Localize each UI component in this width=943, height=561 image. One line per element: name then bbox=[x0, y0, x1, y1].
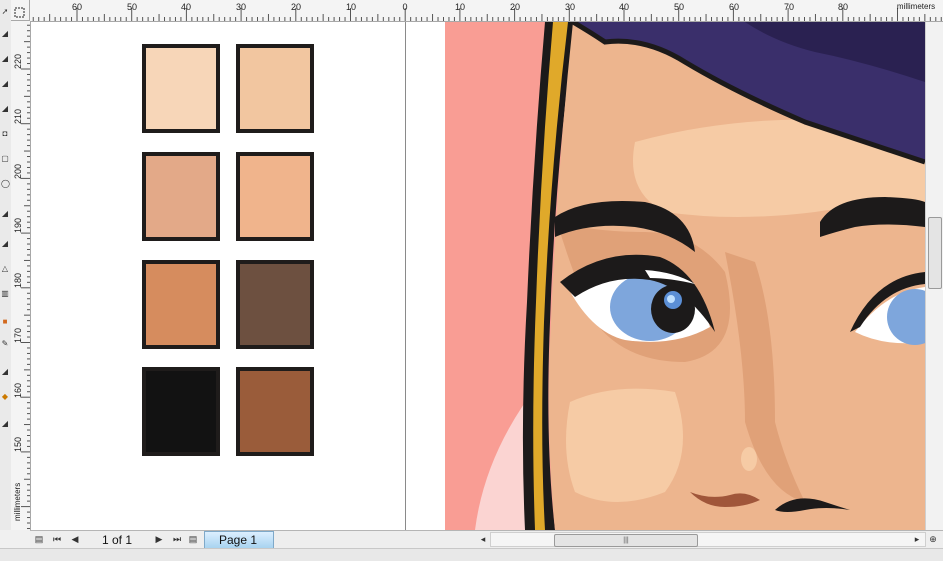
rectangle-tool-icon[interactable]: ▢ bbox=[1, 155, 9, 163]
page-tab[interactable]: Page 1 bbox=[204, 531, 274, 548]
ruler-label: 20 bbox=[290, 2, 302, 12]
ruler-label: 50 bbox=[126, 2, 138, 12]
add-page-before-icon[interactable]: ▤ bbox=[32, 533, 46, 546]
interactive-fill-tool-icon[interactable]: ■ bbox=[1, 318, 9, 326]
status-bar bbox=[0, 548, 943, 561]
ruler-label: 40 bbox=[180, 2, 192, 12]
crop-tool-icon[interactable]: ◢ bbox=[1, 55, 9, 63]
ruler-label: 150 bbox=[13, 436, 23, 452]
ruler-label: 210 bbox=[13, 108, 23, 124]
ruler-unit-label: millimeters bbox=[13, 482, 22, 521]
ruler-label: 80 bbox=[837, 2, 849, 12]
ruler-label: 180 bbox=[13, 272, 23, 288]
ruler-label: 10 bbox=[454, 2, 466, 12]
interactive-tool-icon[interactable]: ◢ bbox=[1, 420, 9, 428]
ruler-label: 200 bbox=[13, 163, 23, 179]
page-navigator-bar: ▤ ⏮ ◀ 1 of 1 ▶ ⏭ ▤ Page 1 ◂ ||| ▸ ⊕ bbox=[30, 530, 943, 548]
pick-tool-icon[interactable]: ➚ bbox=[1, 8, 9, 16]
swatch-skin-peach[interactable] bbox=[236, 152, 314, 241]
ruler-unit-label: millimeters bbox=[896, 2, 936, 11]
swatch-skin-light-tan[interactable] bbox=[142, 152, 220, 241]
connector-tool-icon[interactable]: ▥ bbox=[1, 290, 9, 298]
ruler-origin-corner[interactable] bbox=[11, 0, 30, 21]
swatch-skin-dark-brown[interactable] bbox=[236, 260, 314, 349]
previous-page-icon[interactable]: ◀ bbox=[68, 533, 82, 546]
ruler-label: 160 bbox=[13, 382, 23, 398]
parallel-dimension-tool-icon[interactable]: △ bbox=[1, 265, 9, 273]
horizontal-scrollbar[interactable]: ||| bbox=[490, 532, 926, 547]
ruler-label: 220 bbox=[13, 53, 23, 69]
ruler-label: 170 bbox=[13, 327, 23, 343]
swatch-skin-medium[interactable] bbox=[142, 260, 220, 349]
drawing-canvas[interactable] bbox=[31, 22, 925, 530]
horizontal-ruler[interactable]: 60 50 40 30 20 10 0 10 20 30 40 50 60 70… bbox=[30, 0, 943, 22]
text-tool-icon[interactable]: ◢ bbox=[1, 240, 9, 248]
ruler-label: 0 bbox=[402, 2, 408, 12]
nose-highlight bbox=[741, 447, 757, 471]
horizontal-scroll-thumb[interactable]: ||| bbox=[554, 534, 698, 547]
ruler-label: 10 bbox=[345, 2, 357, 12]
swatch-skin-light-peach[interactable] bbox=[236, 44, 314, 133]
vertical-scrollbar[interactable] bbox=[925, 22, 943, 530]
ruler-label: 60 bbox=[71, 2, 83, 12]
smart-fill-tool-icon[interactable]: ◘ bbox=[1, 130, 9, 138]
ruler-label: 40 bbox=[618, 2, 630, 12]
face-illustration[interactable] bbox=[445, 22, 925, 530]
ruler-label: 20 bbox=[509, 2, 521, 12]
zoom-navigator-icon[interactable]: ⊕ bbox=[926, 533, 940, 546]
ruler-label: 30 bbox=[235, 2, 247, 12]
ruler-origin-icon bbox=[14, 7, 25, 18]
ruler-label: 50 bbox=[673, 2, 685, 12]
cheek-highlight bbox=[566, 388, 683, 502]
add-page-after-icon[interactable]: ▤ bbox=[186, 533, 200, 546]
ellipse-tool-icon[interactable]: ◯ bbox=[1, 180, 10, 188]
last-page-icon[interactable]: ⏭ bbox=[170, 533, 184, 546]
swatch-skin-lightest[interactable] bbox=[142, 44, 220, 133]
swatch-skin-brown[interactable] bbox=[236, 367, 314, 456]
fill-tool-icon[interactable]: ◆ bbox=[1, 393, 9, 401]
outline-tool-icon[interactable]: ◢ bbox=[1, 368, 9, 376]
scroll-right-icon[interactable]: ▸ bbox=[910, 533, 924, 546]
vertical-ruler[interactable]: 220 210 200 190 180 170 160 150 millimet… bbox=[11, 21, 31, 530]
ruler-label: 60 bbox=[728, 2, 740, 12]
zoom-tool-icon[interactable]: ◢ bbox=[1, 80, 9, 88]
ruler-label: 190 bbox=[13, 217, 23, 233]
freehand-tool-icon[interactable]: ◢ bbox=[1, 105, 9, 113]
left-eye-glint bbox=[667, 295, 675, 303]
polygon-tool-icon[interactable]: ◢ bbox=[1, 210, 9, 218]
vertical-scroll-thumb[interactable] bbox=[928, 217, 942, 289]
ruler-label: 30 bbox=[564, 2, 576, 12]
page-border bbox=[405, 22, 406, 530]
ruler-label: 70 bbox=[783, 2, 795, 12]
next-page-icon[interactable]: ▶ bbox=[152, 533, 166, 546]
swatch-black[interactable] bbox=[142, 367, 220, 456]
eyedropper-tool-icon[interactable]: ✎ bbox=[1, 340, 9, 348]
shape-tool-icon[interactable]: ◢ bbox=[1, 30, 9, 38]
page-counter: 1 of 1 bbox=[101, 533, 133, 547]
scroll-left-icon[interactable]: ◂ bbox=[476, 533, 490, 546]
horizontal-ruler-ticks bbox=[32, 8, 942, 21]
first-page-icon[interactable]: ⏮ bbox=[50, 533, 64, 546]
